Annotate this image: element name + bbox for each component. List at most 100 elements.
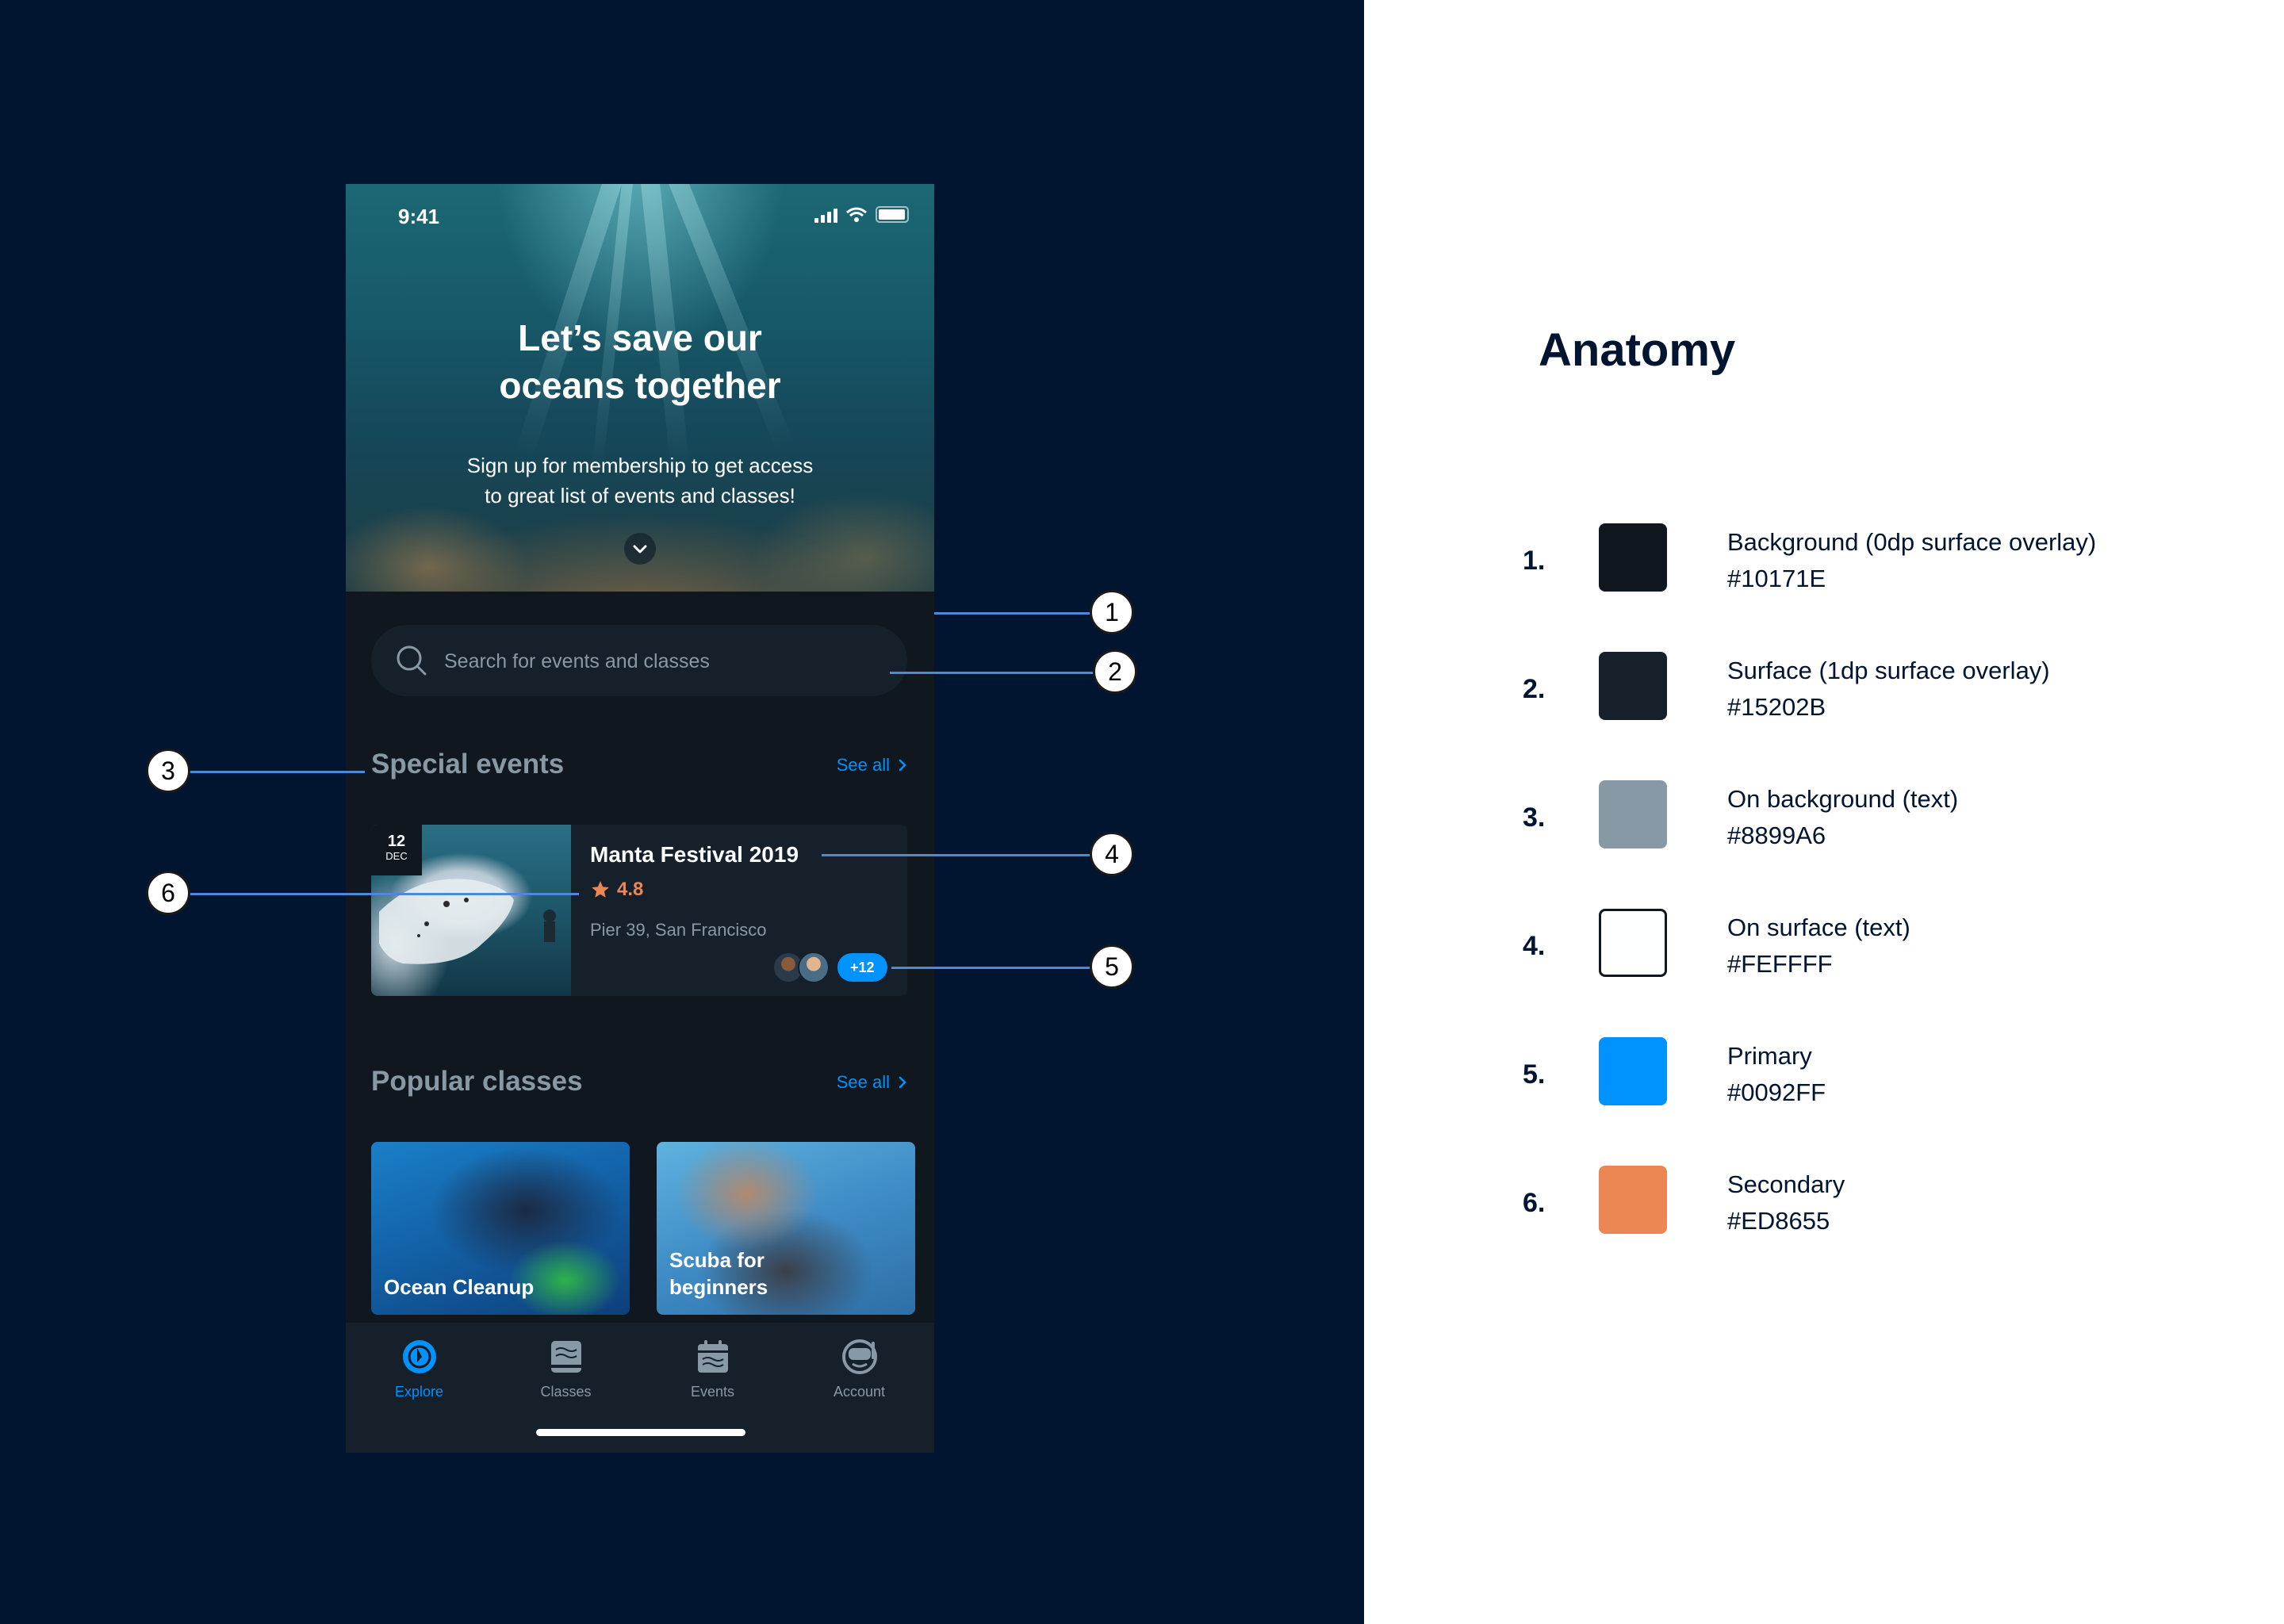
attendee-group: +12 [772, 952, 887, 983]
callout-line-6 [189, 893, 579, 895]
legend-number: 6. [1523, 1188, 1546, 1218]
legend-hex: #ED8655 [1727, 1207, 1830, 1235]
callout-marker-4: 4 [1090, 832, 1134, 876]
legend-number: 5. [1523, 1059, 1546, 1090]
callout-marker-6: 6 [146, 871, 190, 915]
search-icon [397, 645, 427, 676]
attendee-count-badge: +12 [837, 953, 887, 982]
hero-title-line: Let’s save our [518, 317, 762, 358]
search-placeholder: Search for events and classes [444, 650, 710, 672]
book-icon [550, 1341, 581, 1373]
callout-marker-1: 1 [1090, 590, 1134, 634]
legend-number: 3. [1523, 802, 1546, 833]
hero-title: Let’s save our oceans together [346, 314, 934, 409]
legend-hex: #0092FF [1727, 1078, 1826, 1106]
compass-icon [402, 1340, 436, 1373]
legend-name: Secondary [1727, 1170, 1845, 1198]
color-swatch [1599, 909, 1667, 977]
chevron-right-icon [899, 759, 906, 772]
tab-label: Classes [540, 1384, 592, 1400]
hero-subtitle-line: to great list of events and classes! [485, 484, 795, 508]
anatomy-title: Anatomy [1539, 324, 1736, 376]
anatomy-panel: Anatomy 1. Background (0dp surface overl… [1364, 0, 2284, 1624]
home-indicator [536, 1429, 745, 1436]
legend-name: On background (text) [1727, 785, 1959, 813]
tab-explore[interactable]: Explore [346, 1339, 492, 1400]
cellular-signal-icon [814, 207, 837, 223]
legend-number: 4. [1523, 931, 1546, 961]
chevron-right-icon [899, 1076, 906, 1089]
color-swatch [1599, 523, 1667, 592]
hero-subtitle: Sign up for membership to get access to … [346, 450, 934, 511]
callout-line-3 [189, 771, 365, 773]
callout-marker-5: 5 [1090, 944, 1134, 989]
legend-hex: #FEFFFF [1727, 950, 1833, 978]
tab-label: Events [690, 1384, 735, 1400]
legend-name: On surface (text) [1727, 914, 1910, 941]
legend-row-5: 5. Primary #0092FF [1523, 1037, 2236, 1116]
status-icons [814, 206, 909, 223]
event-date-day: 12 [387, 833, 406, 850]
status-time: 9:41 [398, 205, 440, 228]
callout-line-1 [934, 612, 1091, 615]
callout-line-5 [891, 967, 1091, 969]
color-swatch [1599, 1166, 1667, 1234]
callout-marker-2: 2 [1093, 649, 1137, 694]
event-title: Manta Festival 2019 [590, 842, 799, 867]
event-date-month: DEC [385, 850, 408, 862]
event-rating: 4.8 [590, 879, 643, 901]
class-label: Scuba for beginners [669, 1248, 768, 1299]
event-date-badge: 12 DEC [371, 825, 422, 875]
legend-number: 2. [1523, 674, 1546, 704]
color-swatch [1599, 652, 1667, 720]
tab-classes[interactable]: Classes [492, 1339, 639, 1400]
legend-hex: #10171E [1727, 565, 1826, 592]
callout-marker-3: 3 [146, 749, 190, 793]
hero-title-line: oceans together [499, 365, 781, 406]
phone-screen: 9:41 Let’s save our oceans together Sign… [346, 184, 934, 1453]
tab-label: Explore [394, 1384, 444, 1400]
legend-name: Surface (1dp surface overlay) [1727, 657, 2050, 684]
calendar-icon [697, 1340, 728, 1373]
avatar [798, 952, 830, 983]
color-swatch [1599, 1037, 1667, 1105]
manta-ray-image: 12 DEC [371, 825, 571, 996]
diving-mask-icon [841, 1339, 877, 1374]
callout-line-2 [890, 672, 1096, 674]
special-events-see-all-link[interactable]: See all [837, 755, 907, 776]
legend-number: 1. [1523, 546, 1546, 576]
class-label: Ocean Cleanup [384, 1275, 535, 1299]
event-card[interactable]: 12 DEC Manta Festival 2019 4.8 Pier 39, … [371, 825, 907, 996]
tab-label: Account [833, 1384, 886, 1400]
star-icon [592, 881, 609, 898]
popular-classes-title: Popular classes [371, 1066, 583, 1097]
battery-icon [876, 206, 909, 223]
legend-row-2: 2. Surface (1dp surface overlay) #15202B [1523, 652, 2236, 731]
legend-hex: #8899A6 [1727, 822, 1826, 849]
hero-banner: 9:41 Let’s save our oceans together Sign… [346, 184, 934, 592]
legend-name: Primary [1727, 1042, 1812, 1070]
hero-subtitle-line: Sign up for membership to get access [466, 454, 814, 477]
class-card-scuba-beginners[interactable]: Scuba for beginners [657, 1142, 915, 1315]
legend-hex: #15202B [1727, 693, 1826, 721]
tab-account[interactable]: Account [786, 1339, 933, 1400]
see-all-label: See all [836, 1072, 890, 1092]
color-swatch [1599, 780, 1667, 848]
scroll-down-button[interactable] [624, 533, 656, 565]
legend-row-6: 6. Secondary #ED8655 [1523, 1166, 2236, 1245]
wifi-icon [846, 207, 867, 222]
legend-row-1: 1. Background (0dp surface overlay) #101… [1523, 523, 2236, 603]
legend-name: Background (0dp surface overlay) [1727, 528, 2097, 556]
special-events-title: Special events [371, 749, 565, 779]
legend-row-3: 3. On background (text) #8899A6 [1523, 780, 2236, 860]
event-rating-value: 4.8 [617, 879, 644, 900]
tab-events[interactable]: Events [639, 1339, 786, 1400]
callout-line-4 [822, 854, 1091, 856]
class-card-ocean-cleanup[interactable]: Ocean Cleanup [371, 1142, 630, 1315]
chevron-down-icon [633, 545, 647, 553]
see-all-label: See all [836, 755, 890, 775]
legend-row-4: 4. On surface (text) #FEFFFF [1523, 909, 2236, 988]
presentation-background: 9:41 Let’s save our oceans together Sign… [0, 0, 1364, 1624]
search-input[interactable]: Search for events and classes [371, 625, 907, 696]
popular-classes-see-all-link[interactable]: See all [837, 1072, 907, 1093]
